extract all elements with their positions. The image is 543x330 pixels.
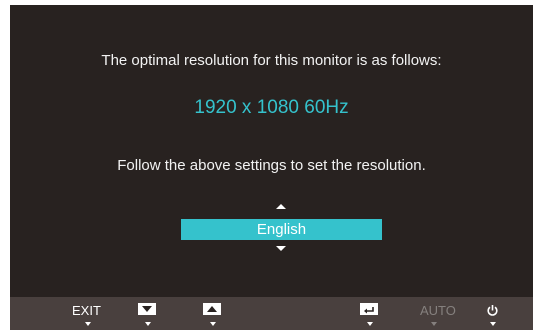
- enter-indicator-icon: [367, 322, 373, 326]
- optimal-resolution-message: The optimal resolution for this monitor …: [101, 52, 442, 69]
- power-indicator-icon: [490, 322, 496, 326]
- osd-screen: The optimal resolution for this monitor …: [10, 5, 533, 330]
- exit-button[interactable]: EXIT: [72, 297, 102, 330]
- up-button[interactable]: [203, 297, 223, 330]
- bottom-control-bar: EXIT AUTO: [10, 297, 533, 330]
- auto-label: AUTO: [420, 303, 456, 318]
- instruction-message: Follow the above settings to set the res…: [117, 157, 426, 174]
- down-indicator-icon: [145, 322, 151, 326]
- auto-indicator-icon: [431, 322, 437, 326]
- up-arrow-icon: [203, 303, 221, 315]
- down-button[interactable]: [138, 297, 158, 330]
- exit-label: EXIT: [72, 303, 101, 318]
- language-up-arrow-icon[interactable]: [276, 204, 286, 209]
- exit-indicator-icon: [85, 322, 91, 326]
- language-down-arrow-icon[interactable]: [276, 246, 286, 251]
- power-button[interactable]: [485, 297, 501, 330]
- enter-button[interactable]: [360, 297, 380, 330]
- power-icon: [486, 304, 499, 322]
- up-indicator-icon: [210, 322, 216, 326]
- resolution-value: 1920 x 1080 60Hz: [194, 97, 349, 118]
- language-selected[interactable]: English: [181, 219, 382, 240]
- auto-button[interactable]: AUTO: [420, 297, 456, 330]
- down-arrow-icon: [138, 303, 156, 315]
- enter-icon: [360, 303, 378, 315]
